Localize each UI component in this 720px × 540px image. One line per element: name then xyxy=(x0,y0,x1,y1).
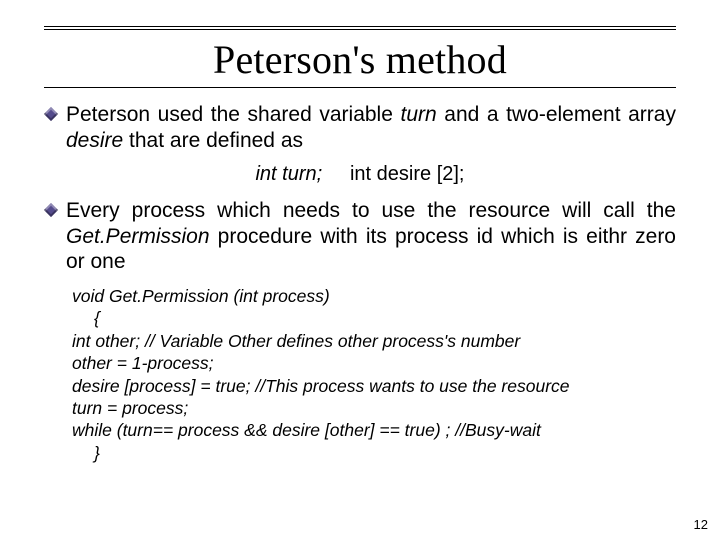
declaration-line: int turn; int desire [2]; xyxy=(44,163,676,186)
proc-name: Get.Permission xyxy=(66,225,210,248)
slide: Peterson's method Peterson used the shar… xyxy=(0,0,720,540)
top-rule-2 xyxy=(44,29,676,30)
body-list-2: Every process which needs to use the res… xyxy=(44,198,676,275)
body-list: Peterson used the shared variable turn a… xyxy=(44,102,676,153)
text: and a two-element array xyxy=(437,103,676,126)
var-desire: desire xyxy=(66,129,123,152)
bullet-2: Every process which needs to use the res… xyxy=(44,198,676,275)
title-underline xyxy=(44,87,676,88)
code-line: int other; // Variable Other defines oth… xyxy=(72,330,676,352)
code-line: turn = process; xyxy=(72,397,676,419)
page-number: 12 xyxy=(694,517,708,532)
text: that are defined as xyxy=(123,129,303,152)
code-line: } xyxy=(94,442,676,464)
code-line: while (turn== process && desire [other] … xyxy=(72,419,676,441)
code-line: { xyxy=(94,307,676,329)
var-turn: turn xyxy=(400,103,436,126)
decl-turn: int turn; xyxy=(255,163,322,185)
text: Every process which needs to use the res… xyxy=(66,199,676,222)
top-rule-1 xyxy=(44,26,676,27)
decl-desire: int desire [2]; xyxy=(350,163,465,185)
slide-title: Peterson's method xyxy=(44,36,676,83)
bullet-1: Peterson used the shared variable turn a… xyxy=(44,102,676,153)
code-line: other = 1-process; xyxy=(72,352,676,374)
code-line: desire [process] = true; //This process … xyxy=(72,375,676,397)
text: Peterson used the shared variable xyxy=(66,103,400,126)
code-block: void Get.Permission (int process) { int … xyxy=(72,285,676,464)
code-line: void Get.Permission (int process) xyxy=(72,285,676,307)
